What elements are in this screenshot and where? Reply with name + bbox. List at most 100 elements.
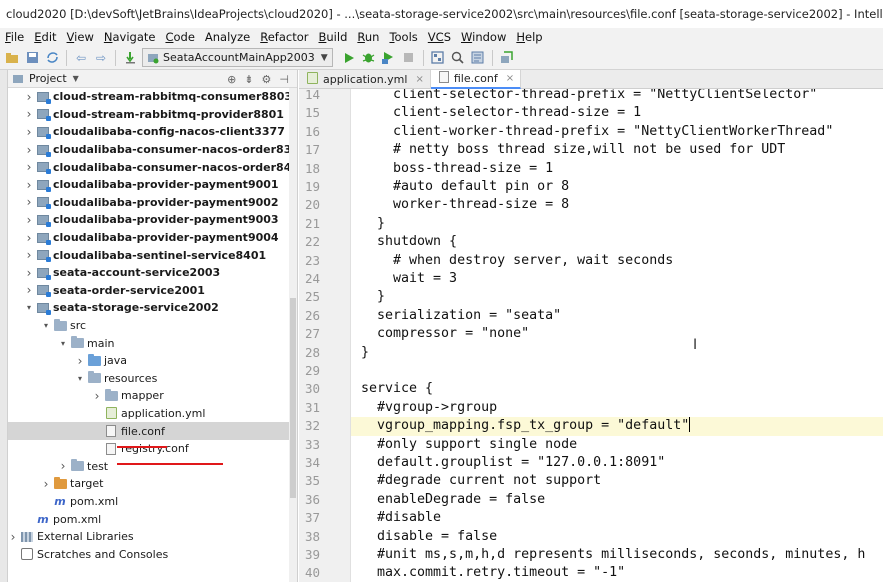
stop-icon[interactable]	[399, 48, 419, 68]
build-icon[interactable]	[120, 48, 140, 68]
tree-item[interactable]: › cloudalibaba-provider-payment9001	[8, 176, 297, 194]
chevron-right-icon[interactable]: ›	[58, 459, 68, 473]
tree-item[interactable]: › cloudalibaba-sentinel-service8401	[8, 246, 297, 264]
chevron-right-icon[interactable]: ›	[8, 530, 18, 544]
code-view[interactable]: client-selector-thread-prefix = "NettyCl…	[351, 89, 883, 582]
forward-arrow-icon[interactable]: ⇨	[91, 48, 111, 68]
code-line[interactable]: }	[351, 344, 883, 362]
open-folder-icon[interactable]	[2, 48, 22, 68]
code-line[interactable]: # netty boss thread size,will not be use…	[351, 141, 883, 159]
menu-refactor[interactable]: Refactor	[255, 30, 313, 44]
tree-item[interactable]: › seata-order-service2001	[8, 282, 297, 300]
chevron-right-icon[interactable]: ›	[24, 283, 34, 297]
tree-item[interactable]: file.conf	[8, 422, 297, 440]
tree-item[interactable]: ▾ seata-storage-service2002	[8, 299, 297, 317]
close-icon[interactable]: ×	[506, 73, 514, 84]
chevron-right-icon[interactable]: ›	[24, 178, 34, 192]
menu-build[interactable]: Build	[314, 30, 353, 44]
chevron-down-icon[interactable]: ▼	[73, 74, 79, 83]
code-line[interactable]: max.commit.retry.timeout = "-1"	[351, 564, 883, 582]
menu-view[interactable]: View	[62, 30, 99, 44]
chevron-right-icon[interactable]: ›	[24, 125, 34, 139]
save-all-icon[interactable]	[22, 48, 42, 68]
sync-icon[interactable]	[42, 48, 62, 68]
tree-item[interactable]: › cloudalibaba-provider-payment9003	[8, 211, 297, 229]
code-line[interactable]: #degrade current not support	[351, 472, 883, 490]
code-line[interactable]: client-worker-thread-prefix = "NettyClie…	[351, 123, 883, 141]
project-view-label[interactable]: Project	[29, 72, 67, 85]
menu-help[interactable]: Help	[511, 30, 547, 44]
tree-item[interactable]: application.yml	[8, 405, 297, 423]
debug-icon[interactable]	[359, 48, 379, 68]
code-line[interactable]: enableDegrade = false	[351, 491, 883, 509]
code-line[interactable]: #unit ms,s,m,h,d represents milliseconds…	[351, 546, 883, 564]
menu-vcs[interactable]: VCS	[423, 30, 456, 44]
code-line[interactable]: # when destroy server, wait seconds	[351, 252, 883, 270]
tree-item[interactable]: ▾ src	[8, 317, 297, 335]
menu-run[interactable]: Run	[352, 30, 384, 44]
tree-item[interactable]: registry.conf	[8, 440, 297, 458]
back-arrow-icon[interactable]: ⇦	[71, 48, 91, 68]
vcs-icon[interactable]	[497, 48, 517, 68]
code-line[interactable]: compressor = "none"	[351, 325, 883, 343]
code-line[interactable]: #auto default pin or 8	[351, 178, 883, 196]
chevron-right-icon[interactable]: ›	[24, 90, 34, 104]
code-line[interactable]: client-selector-thread-size = 1	[351, 104, 883, 122]
hide-icon[interactable]: ⊣	[279, 73, 289, 86]
run-with-coverage-icon[interactable]	[379, 48, 399, 68]
code-line[interactable]: default.grouplist = "127.0.0.1:8091"	[351, 454, 883, 472]
tree-item[interactable]: › cloudalibaba-config-nacos-client3377	[8, 123, 297, 141]
tree-item[interactable]: m pom.xml	[8, 493, 297, 511]
chevron-right-icon[interactable]: ›	[41, 477, 51, 491]
chevron-right-icon[interactable]: ›	[75, 354, 85, 368]
structure-icon[interactable]	[468, 48, 488, 68]
code-line[interactable]: worker-thread-size = 8	[351, 196, 883, 214]
chevron-right-icon[interactable]: ›	[24, 195, 34, 209]
tree-item[interactable]: › cloud-stream-rabbitmq-provider8801	[8, 106, 297, 124]
code-line[interactable]: #disable	[351, 509, 883, 527]
tree-item[interactable]: ▾ resources	[8, 370, 297, 388]
tree-item[interactable]: › mapper	[8, 387, 297, 405]
menu-navigate[interactable]: Navigate	[99, 30, 161, 44]
chevron-right-icon[interactable]: ›	[24, 160, 34, 174]
tree-item[interactable]: Scratches and Consoles	[8, 545, 297, 563]
tree-item[interactable]: › cloud-stream-rabbitmq-consumer8803	[8, 88, 297, 106]
chevron-right-icon[interactable]: ›	[24, 248, 34, 262]
run-icon[interactable]	[339, 48, 359, 68]
project-scrollbar[interactable]	[289, 88, 297, 582]
chevron-right-icon[interactable]: ›	[24, 213, 34, 227]
locate-icon[interactable]: ⊕	[227, 73, 236, 86]
code-line[interactable]: }	[351, 288, 883, 306]
chevron-down-icon[interactable]: ▾	[41, 321, 51, 330]
code-line[interactable]: service {	[351, 380, 883, 398]
tree-item[interactable]: › seata-account-service2003	[8, 264, 297, 282]
scrollbar-thumb[interactable]	[290, 298, 296, 498]
tree-item[interactable]: › target	[8, 475, 297, 493]
gear-icon[interactable]: ⚙	[262, 73, 272, 86]
code-line[interactable]: wait = 3	[351, 270, 883, 288]
code-line[interactable]: #vgroup->rgroup	[351, 399, 883, 417]
menu-analyze[interactable]: Analyze	[200, 30, 255, 44]
tree-item[interactable]: › test	[8, 457, 297, 475]
tree-item[interactable]: › java	[8, 352, 297, 370]
code-line[interactable]: }	[351, 215, 883, 233]
chevron-right-icon[interactable]: ›	[24, 107, 34, 121]
tree-item[interactable]: › cloudalibaba-provider-payment9002	[8, 194, 297, 212]
menu-code[interactable]: Code	[160, 30, 199, 44]
tree-item[interactable]: m pom.xml	[8, 510, 297, 528]
code-line[interactable]: serialization = "seata"	[351, 307, 883, 325]
tree-item[interactable]: ▾ main	[8, 334, 297, 352]
tree-item[interactable]: › cloudalibaba-consumer-nacos-order83	[8, 141, 297, 159]
chevron-down-icon[interactable]: ▾	[24, 303, 34, 312]
search-everywhere-icon[interactable]	[448, 48, 468, 68]
project-structure-icon[interactable]	[428, 48, 448, 68]
chevron-right-icon[interactable]: ›	[24, 143, 34, 157]
chevron-down-icon[interactable]: ▾	[58, 339, 68, 348]
run-configuration-select[interactable]: SeataAccountMainApp2003 ▼	[142, 48, 333, 67]
tree-item[interactable]: › cloudalibaba-provider-payment9004	[8, 229, 297, 247]
menu-edit[interactable]: Edit	[29, 30, 61, 44]
code-line[interactable]: #only support single node	[351, 436, 883, 454]
code-line[interactable]: boss-thread-size = 1	[351, 160, 883, 178]
close-icon[interactable]: ×	[415, 74, 423, 85]
code-line[interactable]: shutdown {	[351, 233, 883, 251]
